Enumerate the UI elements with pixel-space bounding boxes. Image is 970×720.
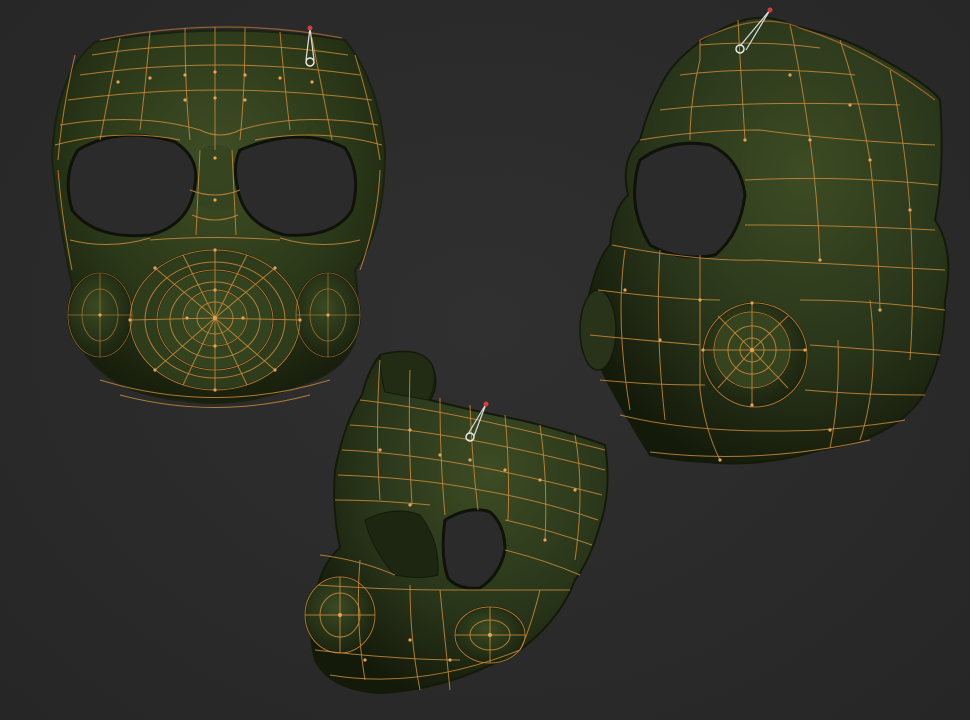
mask-side-view[interactable] [579, 7, 950, 465]
front-nose-bridge [198, 145, 236, 210]
mask-three-quarter-view[interactable] [304, 350, 609, 695]
tq-inner-strap [379, 351, 435, 401]
viewport-3d[interactable] [0, 0, 970, 720]
front-left-eye-hole [66, 133, 198, 238]
side-front-filter [579, 289, 617, 371]
mask-render-canvas [50, 7, 950, 695]
tq-pivot-top-vertex[interactable] [483, 401, 489, 407]
mask-front-view[interactable] [50, 25, 387, 408]
side-pivot-top-vertex[interactable] [767, 7, 773, 13]
front-pivot-top-vertex[interactable] [307, 25, 313, 31]
front-right-eye-hole [233, 135, 358, 237]
side-eye-hole [633, 141, 747, 259]
